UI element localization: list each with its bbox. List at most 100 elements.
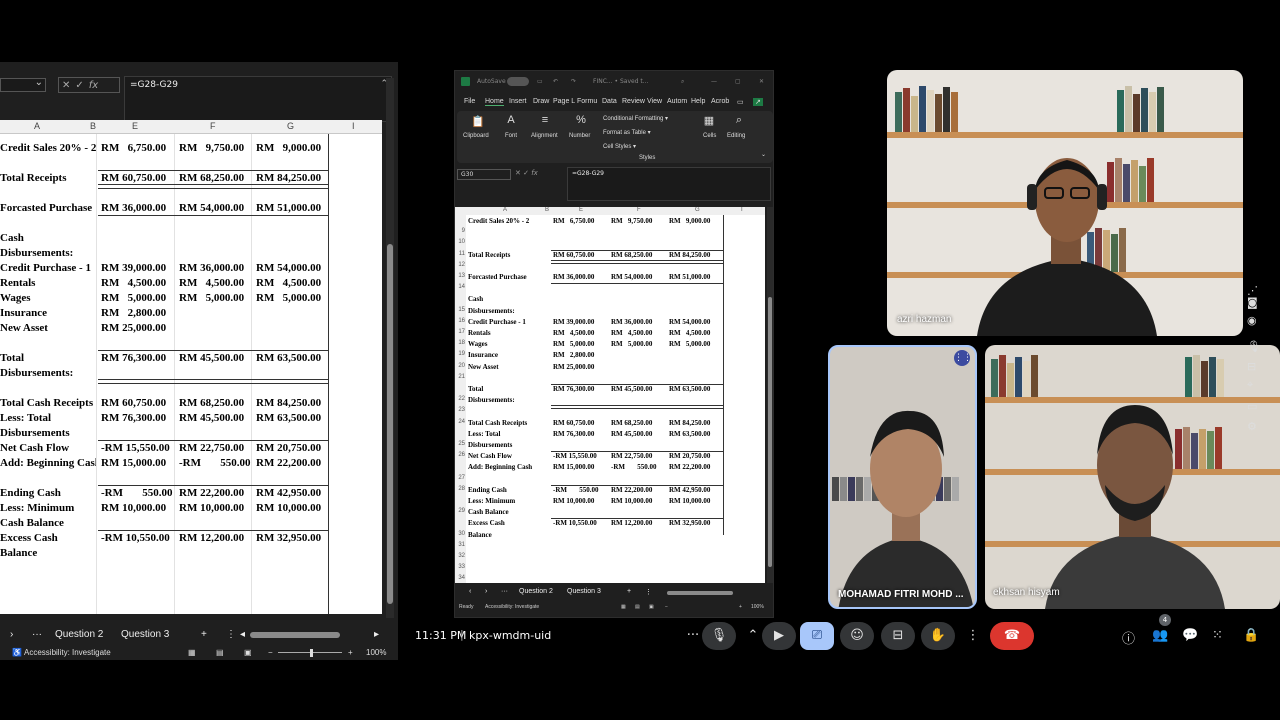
camera-button[interactable]: ▶: [762, 622, 796, 650]
row-number[interactable]: 32: [455, 553, 465, 559]
table-row[interactable]: Total Cash Receipts RM 60,750.00 RM 68,250…: [0, 397, 382, 412]
people-icon[interactable]: 👥: [1152, 628, 1168, 643]
cell[interactable]: RM 68,250.00: [611, 251, 652, 259]
table-row[interactable]: New Asset RM 25,000.00: [0, 322, 382, 337]
table-row[interactable]: Balance: [0, 547, 382, 562]
cell[interactable]: RM 4,500.00: [669, 329, 710, 337]
cell[interactable]: RM 45,500.00: [611, 430, 652, 438]
tab-file[interactable]: File: [464, 98, 475, 105]
cell[interactable]: RM 63,500.00: [669, 385, 710, 393]
cell[interactable]: RM 68,250.00: [611, 419, 652, 427]
cell[interactable]: Add: Beginning Cash: [0, 457, 96, 469]
row-number[interactable]: 30: [455, 531, 465, 537]
cell[interactable]: RM 42,950.00: [256, 487, 321, 499]
cell[interactable]: RM 54,000.00: [611, 273, 652, 281]
captions-icon[interactable]: ⊟: [1247, 360, 1256, 373]
cell[interactable]: Credit Sales 20% - 2: [468, 217, 552, 225]
cell[interactable]: -RM 550.00: [101, 487, 173, 499]
cell[interactable]: RM 84,250.00: [256, 172, 321, 184]
table-row[interactable]: 24 Total Cash Receipts RM 60,750.00 RM 68,2…: [455, 419, 765, 430]
cell[interactable]: RM 22,750.00: [179, 442, 244, 454]
cell[interactable]: Disbursements: [468, 441, 552, 449]
cell[interactable]: RM 6,750.00: [553, 217, 594, 225]
formula-input[interactable]: =G28-G29: [567, 167, 771, 201]
cell[interactable]: Forcasted Purchase: [468, 273, 552, 281]
cell[interactable]: New Asset: [0, 322, 96, 334]
cell[interactable]: RM 15,000.00: [101, 457, 166, 469]
cell[interactable]: RM 76,300.00: [553, 385, 594, 393]
tab-insert[interactable]: Insert: [509, 98, 527, 105]
row-number[interactable]: 15: [455, 307, 465, 313]
share-icon[interactable]: ↗: [753, 98, 763, 106]
row-number[interactable]: 27: [455, 475, 465, 481]
cell[interactable]: RM 63,500.00: [256, 412, 321, 424]
present-button[interactable]: ⎚: [800, 622, 834, 650]
cell[interactable]: Credit Purchase - 1: [0, 262, 96, 274]
cell[interactable]: Rentals: [0, 277, 96, 289]
fx-icon[interactable]: fx: [89, 80, 98, 91]
table-row[interactable]: Credit Sales 20% - 2 RM 6,750.00 RM 9,750.…: [0, 142, 382, 157]
cell[interactable]: Total Cash Receipts: [0, 397, 96, 409]
cell[interactable]: RM 6,750.00: [101, 142, 166, 154]
table-row[interactable]: 28 Ending Cash -RM 550.00 RM 22,200.00 RM 42…: [455, 484, 765, 497]
row-number[interactable]: 18: [455, 340, 465, 346]
tab-acrobat[interactable]: Acrob: [711, 98, 729, 105]
table-row[interactable]: [0, 379, 382, 397]
column-header[interactable]: A: [503, 207, 507, 213]
more-options-icon[interactable]: ···: [682, 622, 704, 650]
zoom-level[interactable]: 100%: [751, 604, 764, 610]
table-row[interactable]: Less: Minimum RM 10,000.00 RM 10,000.00 RM …: [0, 502, 382, 517]
cell[interactable]: RM 2,800.00: [553, 351, 594, 359]
cells-icon[interactable]: ▦: [703, 114, 715, 127]
page-layout-icon[interactable]: ▤: [635, 604, 640, 610]
cell[interactable]: RM 5,000.00: [669, 340, 710, 348]
cell[interactable]: RM 76,300.00: [101, 412, 166, 424]
cell[interactable]: RM 10,000.00: [553, 497, 594, 505]
row-number[interactable]: 26: [455, 452, 465, 458]
cell[interactable]: Balance: [0, 547, 96, 559]
table-row[interactable]: 26 Net Cash Flow -RM 15,550.00 RM 22,750.00…: [455, 451, 765, 463]
cell[interactable]: RM 10,000.00: [256, 502, 321, 514]
cell[interactable]: Total: [468, 385, 552, 393]
cell[interactable]: RM 9,000.00: [256, 142, 321, 154]
cell[interactable]: Net Cash Flow: [0, 442, 96, 454]
table-row[interactable]: Cash: [455, 295, 765, 306]
column-header[interactable]: B: [545, 207, 549, 213]
column-header[interactable]: E: [579, 207, 583, 213]
row-number[interactable]: 17: [455, 329, 465, 335]
row-number[interactable]: 29: [455, 508, 465, 514]
cell[interactable]: Net Cash Flow: [468, 452, 552, 460]
info-icon[interactable]: ⓘ: [1122, 628, 1135, 647]
number-icon[interactable]: %: [575, 114, 587, 126]
cell[interactable]: RM 5,000.00: [179, 292, 244, 304]
tab-formulas[interactable]: Formu: [577, 98, 597, 105]
column-header[interactable]: G: [287, 121, 294, 131]
cell[interactable]: -RM 10,550.00: [553, 519, 597, 527]
cell[interactable]: RM 36,000.00: [553, 273, 594, 281]
cell[interactable]: Wages: [0, 292, 96, 304]
more-vertical-icon[interactable]: ⋮: [645, 588, 652, 596]
table-row[interactable]: 9: [455, 228, 765, 239]
table-row[interactable]: 33: [455, 564, 765, 575]
minimize-icon[interactable]: —: [711, 78, 717, 85]
cell[interactable]: Excess Cash: [0, 532, 96, 544]
row-number[interactable]: 23: [455, 407, 465, 413]
camera-icon[interactable]: ◙: [1247, 296, 1258, 309]
cell[interactable]: RM 60,750.00: [553, 251, 594, 259]
cell[interactable]: Forcasted Purchase: [0, 202, 96, 214]
undo-icon[interactable]: ↶: [553, 78, 558, 85]
table-row[interactable]: 20 New Asset RM 25,000.00: [455, 363, 765, 374]
cell[interactable]: RM 10,000.00: [669, 497, 710, 505]
cell[interactable]: -RM 15,550.00: [101, 442, 170, 454]
cell[interactable]: RM 10,000.00: [179, 502, 244, 514]
name-box[interactable]: G30: [457, 169, 511, 180]
cell[interactable]: Add: Beginning Cash: [468, 463, 552, 471]
cell[interactable]: RM 22,200.00: [179, 487, 244, 499]
tab-help[interactable]: Help: [691, 98, 705, 105]
cell[interactable]: RM 4,500.00: [101, 277, 166, 289]
editing-label[interactable]: Editing: [727, 133, 745, 139]
cell[interactable]: Insurance: [468, 351, 552, 359]
chevron-down-icon[interactable]: ⌄: [761, 151, 766, 158]
cell[interactable]: RM 68,250.00: [179, 172, 244, 184]
cell[interactable]: Cash Balance: [468, 508, 552, 516]
